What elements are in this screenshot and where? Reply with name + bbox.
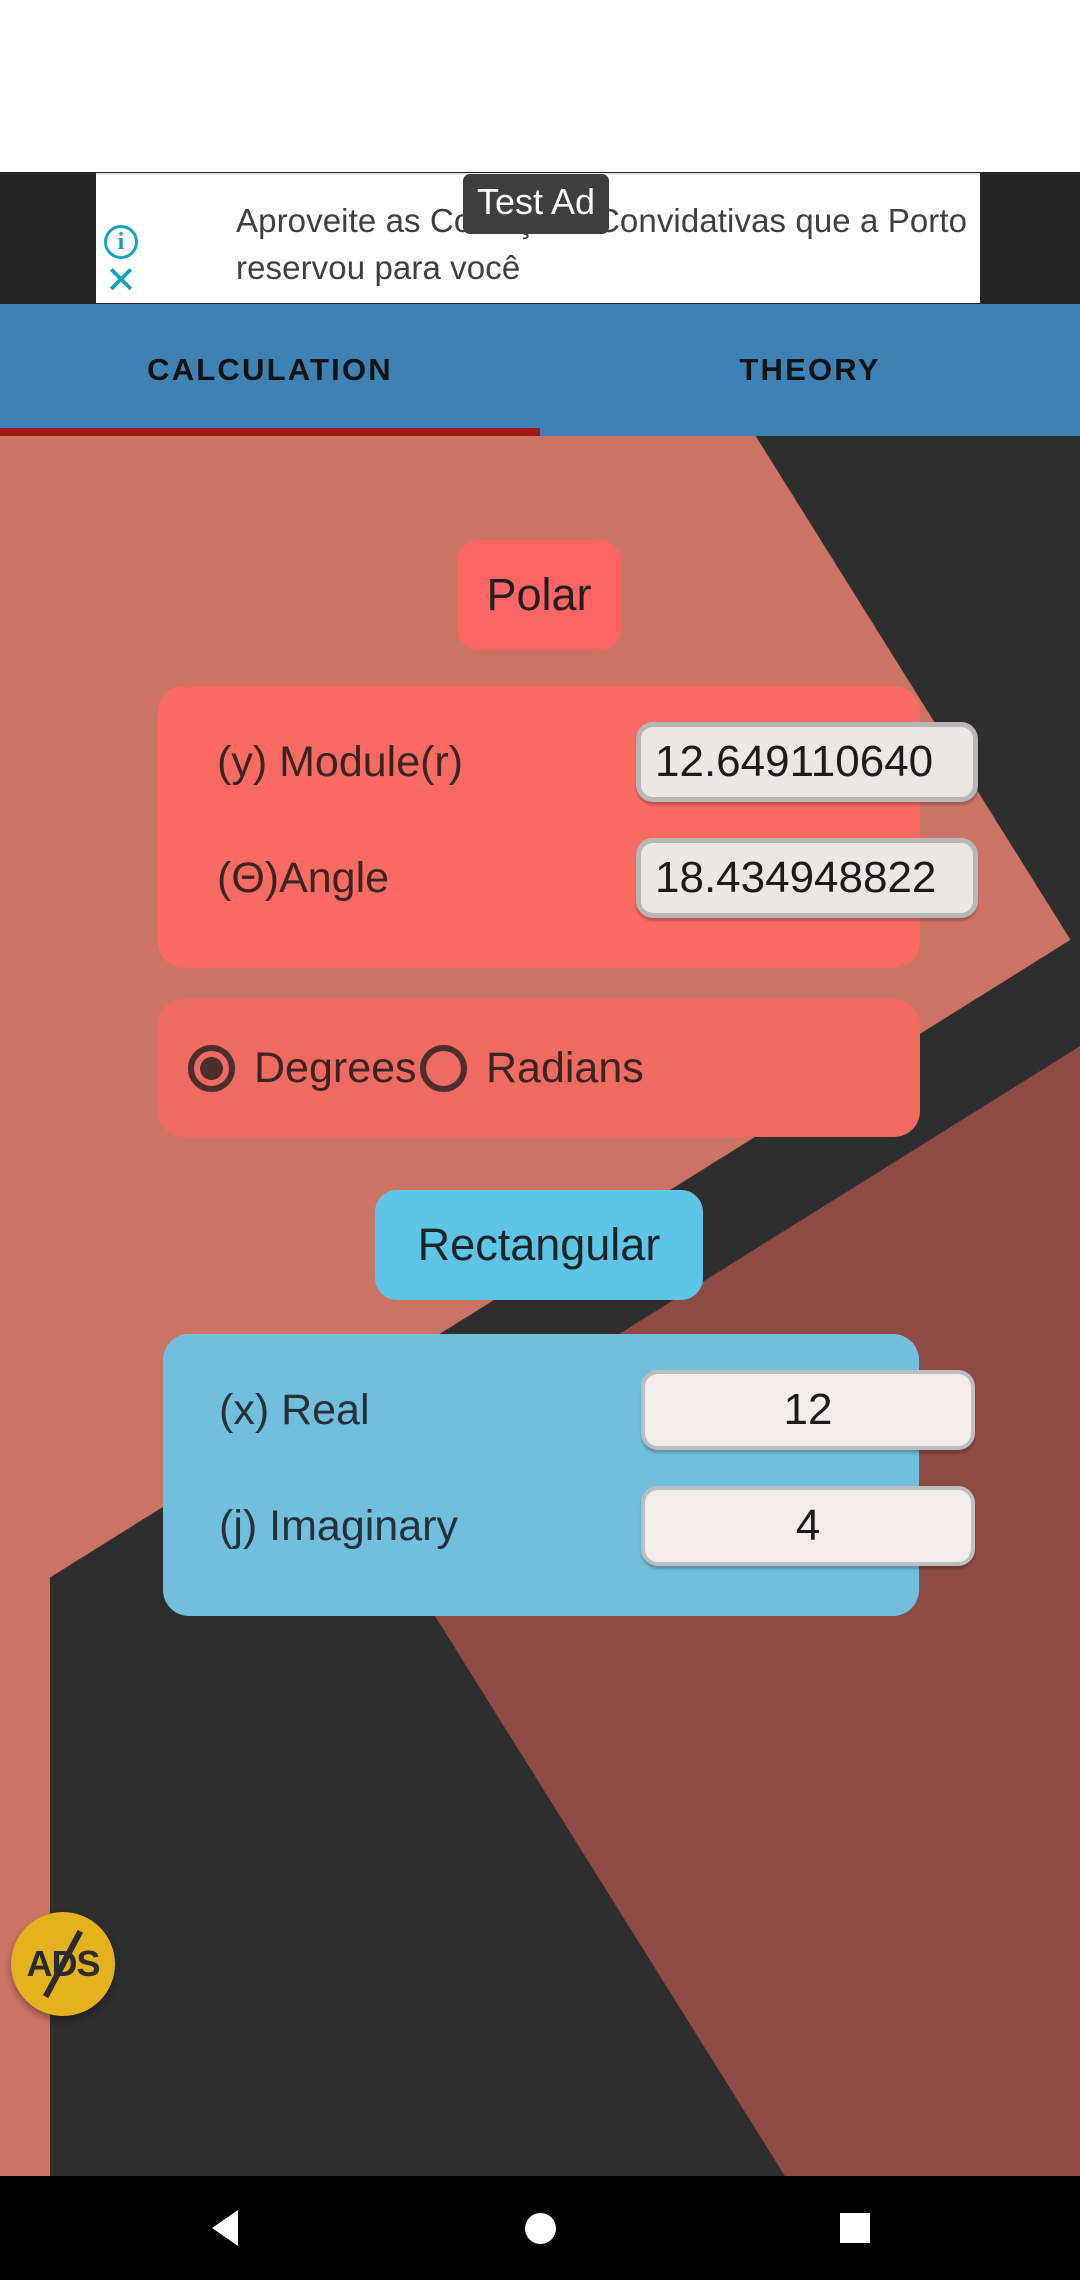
ad-text: Aproveite as Condições Convidativas que … bbox=[236, 202, 968, 286]
radio-radians-icon bbox=[420, 1044, 467, 1092]
rectangular-real-row: (x) Real 12 bbox=[163, 1360, 975, 1460]
android-navigation-bar bbox=[0, 2176, 1080, 2280]
rectangular-real-input[interactable]: 12 bbox=[641, 1370, 975, 1450]
nav-home-button[interactable] bbox=[460, 2176, 620, 2280]
polar-angle-label: (Θ)Angle bbox=[217, 853, 390, 902]
close-icon[interactable]: ✕ bbox=[103, 262, 139, 302]
radio-radians[interactable]: Radians bbox=[420, 999, 644, 1137]
radio-degrees-icon bbox=[188, 1044, 235, 1092]
test-ad-badge: Test Ad bbox=[463, 174, 610, 234]
nav-recents-button[interactable] bbox=[775, 2176, 935, 2280]
rectangular-imaginary-label: (j) Imaginary bbox=[219, 1501, 458, 1550]
rectangular-title-pill[interactable]: Rectangular bbox=[375, 1190, 703, 1300]
radio-degrees[interactable]: Degrees bbox=[188, 999, 417, 1137]
polar-module-label: (y) Module(r) bbox=[217, 737, 464, 786]
calculator-content: Polar (y) Module(r) 12.649110640 (Θ)Angl… bbox=[0, 436, 1080, 2176]
rectangular-card: (x) Real 12 (j) Imaginary 4 bbox=[163, 1334, 975, 1616]
radio-radians-label: Radians bbox=[486, 1043, 644, 1092]
recents-square-icon bbox=[840, 2213, 870, 2243]
rectangular-real-value: 12 bbox=[783, 1385, 833, 1434]
tab-theory[interactable]: THEORY bbox=[540, 304, 1080, 436]
polar-angle-input[interactable]: 18.434948822 bbox=[636, 838, 978, 918]
polar-module-input[interactable]: 12.649110640 bbox=[636, 722, 978, 802]
nav-back-button[interactable] bbox=[145, 2176, 305, 2280]
tab-bar: CALCULATION THEORY bbox=[0, 304, 1080, 436]
radio-degrees-label: Degrees bbox=[254, 1043, 417, 1092]
tab-indicator bbox=[0, 428, 540, 436]
app-screen: Aproveite as Condições Convidativas que … bbox=[0, 0, 1080, 2280]
info-icon[interactable]: i bbox=[104, 225, 138, 259]
polar-card: (y) Module(r) 12.649110640 (Θ)Angle 18.4… bbox=[158, 686, 978, 968]
polar-module-value: 12.649110640 bbox=[655, 737, 934, 786]
polar-title-pill[interactable]: Polar bbox=[457, 540, 621, 650]
polar-angle-row: (Θ)Angle 18.434948822 bbox=[158, 828, 978, 928]
rectangular-real-label: (x) Real bbox=[219, 1385, 370, 1434]
home-circle-icon bbox=[524, 2212, 556, 2244]
polar-module-row: (y) Module(r) 12.649110640 bbox=[158, 712, 978, 812]
angle-units-card: Degrees Radians bbox=[158, 999, 920, 1137]
rectangular-imaginary-row: (j) Imaginary 4 bbox=[163, 1476, 975, 1576]
rectangular-imaginary-input[interactable]: 4 bbox=[641, 1486, 975, 1566]
status-bar-area bbox=[0, 0, 1080, 172]
back-triangle-icon bbox=[212, 2210, 238, 2246]
rectangular-imaginary-value: 4 bbox=[795, 1501, 821, 1550]
main-content: Polar (y) Module(r) 12.649110640 (Θ)Angl… bbox=[0, 436, 1080, 2176]
no-ads-fab-button[interactable]: ADS bbox=[11, 1912, 115, 2016]
tab-calculation[interactable]: CALCULATION bbox=[0, 304, 540, 436]
polar-angle-value: 18.434948822 bbox=[655, 853, 937, 902]
